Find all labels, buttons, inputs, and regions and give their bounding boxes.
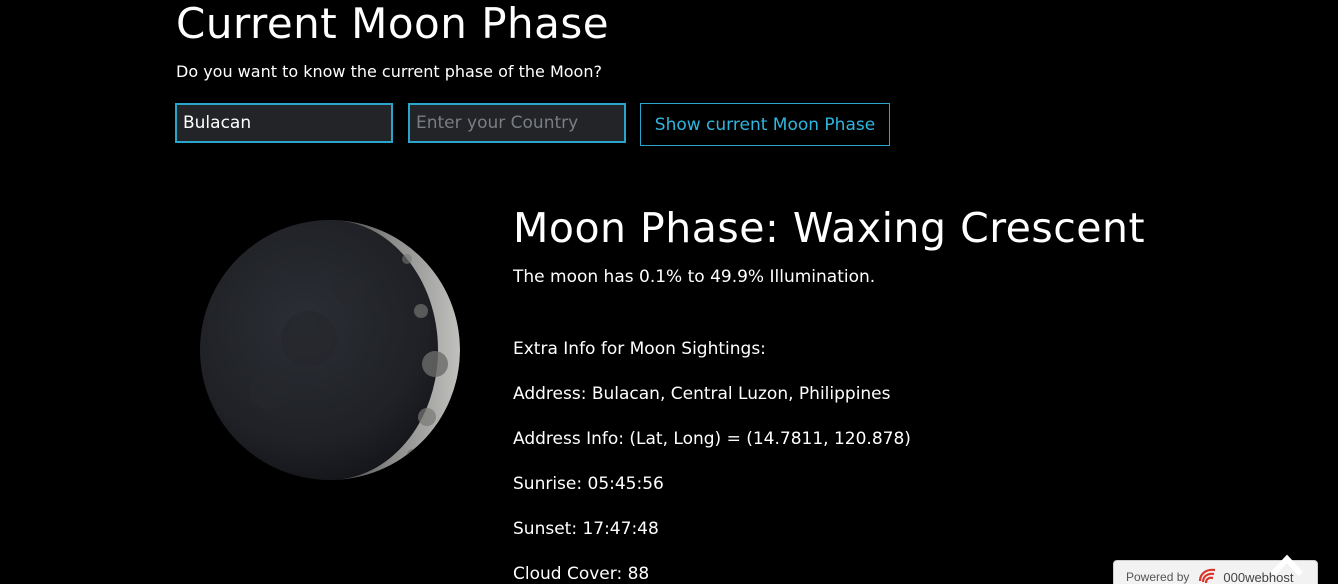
country-input[interactable]: [408, 103, 626, 143]
show-moon-phase-button[interactable]: Show current Moon Phase: [640, 103, 890, 146]
illumination-text: The moon has 0.1% to 49.9% Illumination.: [513, 267, 876, 287]
sunset-text: Sunset: 17:47:48: [513, 519, 659, 539]
sunrise-text: Sunrise: 05:45:56: [513, 474, 664, 494]
moon-image: [199, 219, 461, 481]
webhost-logo-icon: [1197, 567, 1219, 584]
scroll-to-top-button[interactable]: [1268, 548, 1306, 584]
address-info-text: Address Info: (Lat, Long) = (14.7811, 12…: [513, 429, 911, 449]
extra-info-heading: Extra Info for Moon Sightings:: [513, 339, 766, 359]
powered-by-label: Powered by: [1126, 570, 1190, 584]
address-text: Address: Bulacan, Central Luzon, Philipp…: [513, 384, 891, 404]
page: Current Moon Phase Do you want to know t…: [0, 0, 1338, 584]
page-subtitle: Do you want to know the current phase of…: [176, 62, 602, 81]
chevron-up-icon: [1270, 554, 1304, 577]
page-title: Current Moon Phase: [176, 0, 610, 48]
moon-phase-title: Moon Phase: Waxing Crescent: [513, 204, 1146, 252]
city-input[interactable]: [175, 103, 393, 143]
cloud-cover-text: Cloud Cover: 88: [513, 564, 650, 584]
